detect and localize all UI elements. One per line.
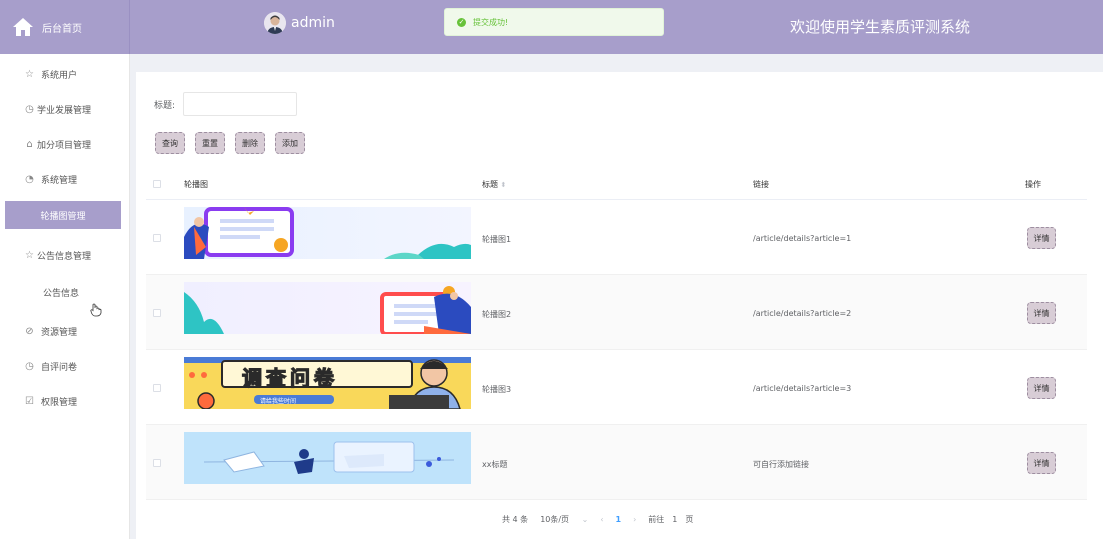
clock-icon: ◷	[25, 103, 34, 115]
sidebar-item-label: 加分项目管理	[37, 140, 92, 151]
goto-page-input[interactable]: 1	[672, 515, 677, 524]
table-header: 轮播图 标题 ⬍ 链接 操作	[146, 168, 1087, 200]
row-link: /article/details?article=3	[753, 384, 852, 393]
detail-button[interactable]: 详情	[1027, 302, 1056, 324]
sort-caret-icon[interactable]: ⬍	[501, 181, 507, 189]
sidebar-item-system[interactable]: ◔ 系统管理	[0, 169, 130, 189]
top-header: 后台首页 admin ✓ 提交成功! 欢迎使用学生素质评测系统	[0, 0, 1103, 54]
compass-icon: ⊘	[25, 325, 34, 337]
column-header-title[interactable]: 标题 ⬍	[482, 179, 506, 190]
site-title: 欢迎使用学生素质评测系统	[790, 18, 971, 36]
carousel-image	[184, 432, 471, 484]
hand-cursor-icon	[90, 303, 102, 317]
sidebar-item-label: 资源管理	[41, 327, 78, 338]
user-info[interactable]: admin	[264, 12, 335, 34]
sidebar-item-academic[interactable]: ◷ 学业发展管理	[0, 99, 130, 119]
search-form: 标题:	[154, 92, 298, 116]
sidebar-item-label: 自评问卷	[41, 362, 78, 373]
chevron-down-icon: ⌄	[581, 515, 589, 524]
sidebar-item-label: 轮播图管理	[40, 211, 86, 222]
row-title: 轮播图1	[482, 235, 512, 244]
sidebar-item-label: 学业发展管理	[37, 105, 92, 116]
reset-button[interactable]: 重置	[195, 132, 225, 154]
pagination: 共 4 条 10条/页 ⌄ ‹ 1 › 前往 1 页	[502, 514, 693, 525]
table-row: 轮播图1 /article/details?article=1 详情	[146, 200, 1087, 275]
delete-button[interactable]: 删除	[235, 132, 265, 154]
table-row: 轮播图2 /article/details?article=2 详情	[146, 275, 1087, 350]
gift-icon: ⌂	[26, 138, 33, 150]
page-size-select[interactable]: 10条/页 ⌄	[540, 514, 588, 525]
row-title: 轮播图2	[482, 310, 512, 319]
pagination-total: 共 4 条	[502, 515, 529, 524]
column-header-link: 链接	[753, 180, 769, 189]
page-suffix: 页	[685, 515, 694, 524]
username: admin	[291, 15, 335, 31]
row-checkbox[interactable]	[153, 234, 161, 242]
sidebar-item-label: 系统管理	[41, 175, 78, 186]
sidebar-item-label: 公告信息	[43, 288, 80, 299]
next-page-button[interactable]: ›	[633, 515, 636, 524]
row-title: xx标题	[482, 460, 508, 469]
row-link: /article/details?article=2	[753, 309, 852, 318]
carousel-image: 调查问卷 请给我些时间	[184, 357, 471, 409]
sidebar-item-label: 权限管理	[41, 397, 78, 408]
row-checkbox[interactable]	[153, 309, 161, 317]
sidebar-item-users[interactable]: ☆ 系统用户	[0, 64, 130, 84]
sidebar-item-survey[interactable]: ◷ 自评问卷	[0, 356, 130, 376]
home-icon	[13, 18, 33, 36]
column-header-action: 操作	[1025, 180, 1041, 189]
add-button[interactable]: 添加	[275, 132, 305, 154]
prev-page-button[interactable]: ‹	[600, 515, 603, 524]
query-button[interactable]: 查询	[155, 132, 185, 154]
page-number-current[interactable]: 1	[616, 515, 622, 524]
column-header-image: 轮播图	[184, 180, 208, 189]
carousel-image	[184, 207, 471, 259]
star-icon: ☆	[25, 68, 34, 80]
sidebar-item-resources[interactable]: ⊘ 资源管理	[0, 321, 130, 341]
sidebar-item-label: 系统用户	[41, 70, 78, 81]
row-checkbox[interactable]	[153, 384, 161, 392]
column-title-label: 标题	[482, 180, 498, 189]
title-search-input[interactable]	[183, 92, 298, 116]
table-row: xx标题 可自行添加链接 详情	[146, 425, 1087, 500]
checkbox-icon: ☑	[25, 395, 34, 407]
clock-icon: ◷	[25, 360, 34, 372]
page-size-value: 10条/页	[540, 515, 570, 524]
avatar	[264, 12, 286, 34]
toast-message: 提交成功!	[473, 17, 509, 27]
star-icon: ☆	[25, 249, 34, 261]
detail-button[interactable]: 详情	[1027, 227, 1056, 249]
sidebar: ☆ 系统用户 ◷ 学业发展管理 ⌂ 加分项目管理 ◔ 系统管理 轮播图管理 ☆ …	[0, 54, 130, 539]
sidebar-item-bonus[interactable]: ⌂ 加分项目管理	[0, 134, 130, 154]
detail-button[interactable]: 详情	[1027, 452, 1056, 474]
row-title: 轮播图3	[482, 385, 512, 394]
toolbar: 查询 重置 删除 添加	[155, 132, 305, 154]
check-circle-icon: ✓	[457, 17, 466, 27]
sidebar-item-label: 公告信息管理	[37, 251, 92, 262]
home-link[interactable]: 后台首页	[0, 0, 130, 54]
goto-label: 前往	[648, 515, 665, 524]
select-all-checkbox[interactable]	[153, 180, 161, 188]
sidebar-item-announcement-mgmt[interactable]: ☆ 公告信息管理	[0, 245, 130, 265]
sidebar-item-carousel[interactable]: 轮播图管理	[5, 201, 121, 229]
clock-icon: ◔	[25, 173, 34, 185]
sidebar-item-permissions[interactable]: ☑ 权限管理	[0, 391, 130, 411]
content-card: 标题: 查询 重置 删除 添加 轮播图 标题 ⬍ 链接 操作 轮播图1 /art…	[136, 72, 1103, 539]
carousel-image	[184, 282, 471, 334]
detail-button[interactable]: 详情	[1027, 377, 1056, 399]
home-label: 后台首页	[42, 23, 82, 35]
banner-headline: 调查问卷	[241, 365, 338, 390]
row-link: /article/details?article=1	[753, 234, 852, 243]
success-toast: ✓ 提交成功!	[444, 8, 664, 36]
row-link: 可自行添加链接	[753, 460, 809, 469]
table-row: 调查问卷 请给我些时间 轮播图3 /article/details?articl…	[146, 350, 1087, 425]
row-checkbox[interactable]	[153, 459, 161, 467]
banner-subtext: 请给我些时间	[260, 398, 297, 405]
title-label: 标题:	[154, 100, 176, 111]
sidebar-item-announcement[interactable]: 公告信息	[0, 282, 130, 302]
